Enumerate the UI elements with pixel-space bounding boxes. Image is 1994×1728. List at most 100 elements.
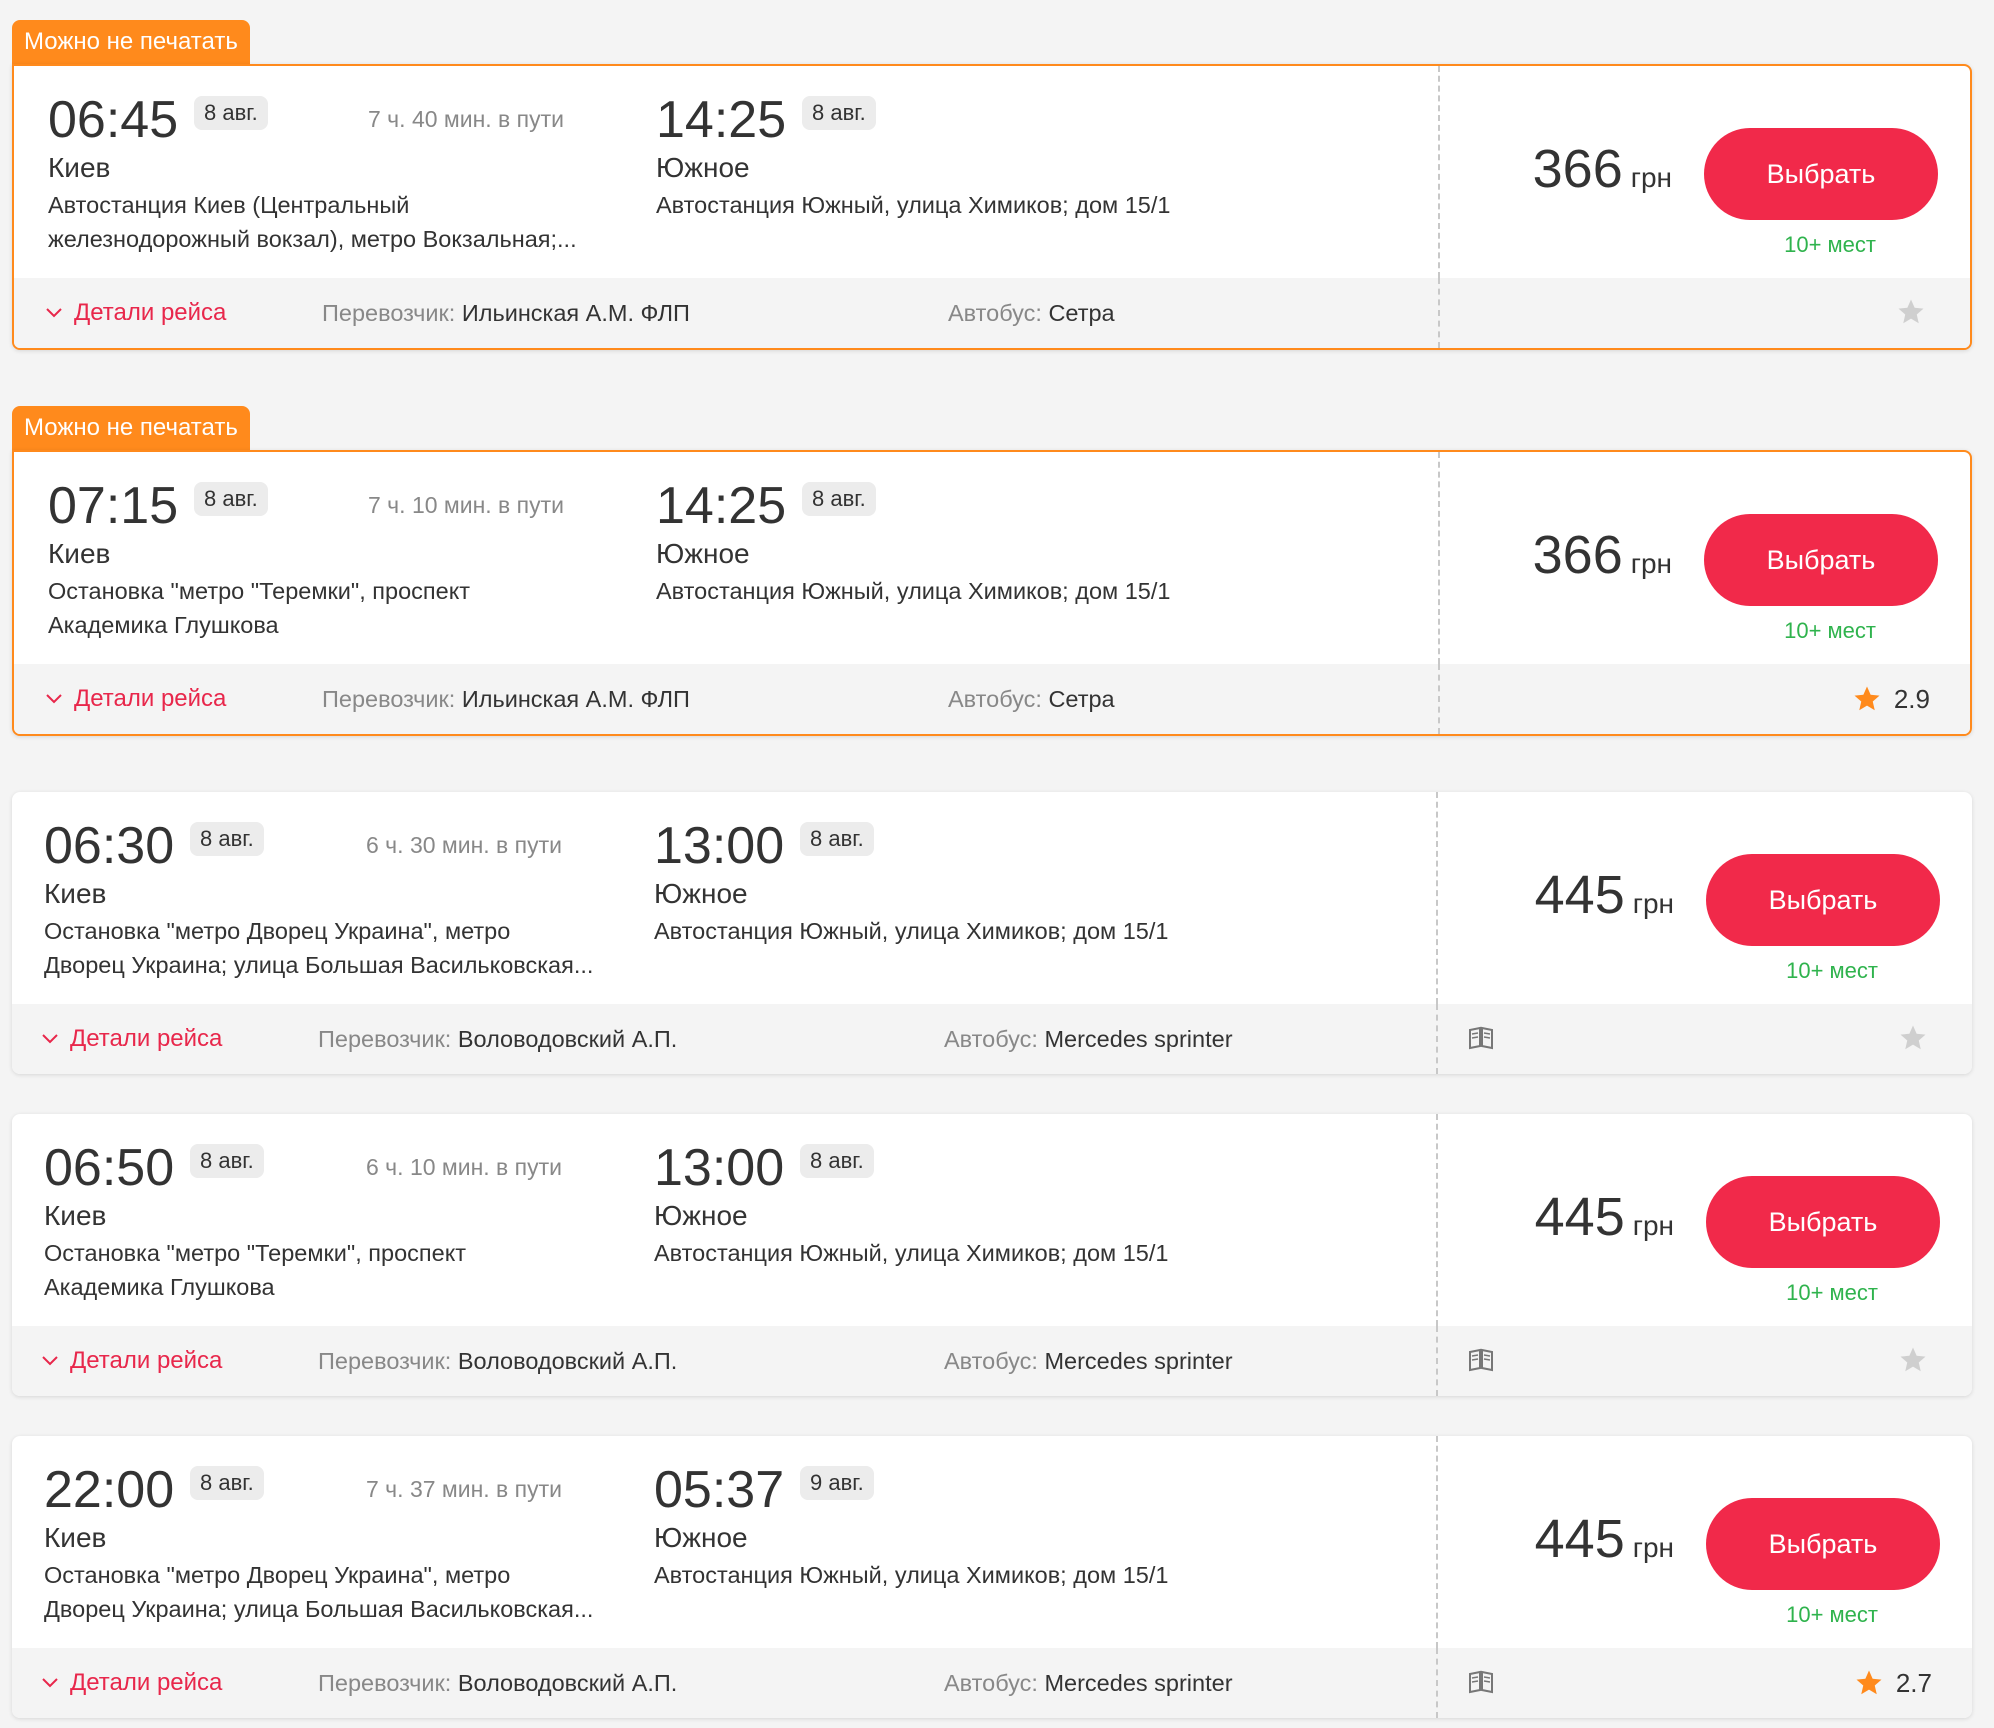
arrival-address: Автостанция Южный, улица Химиков; дом 15…	[654, 1562, 1169, 1588]
no-print-badge: Можно не печатать	[12, 406, 250, 450]
arrival-date: 8 авг.	[802, 96, 876, 130]
trip-details-toggle[interactable]: Детали рейса	[46, 664, 226, 734]
departure-date: 8 авг.	[190, 1466, 264, 1500]
star-icon	[1856, 1670, 1882, 1695]
trip-card-body: 06:45 8 авг. 7 ч. 40 мин. в пути Киев Ав…	[12, 64, 1972, 350]
price-value: 445	[1534, 1509, 1625, 1569]
departure-address-line: Остановка "метро "Теремки", проспект	[48, 578, 471, 604]
chevron-down-icon	[46, 308, 62, 318]
select-button[interactable]: Выбрать	[1706, 1498, 1940, 1590]
departure-city: Киев	[48, 152, 111, 183]
arrival-time: 14:25	[656, 477, 787, 535]
departure-address: Автостанция Киев (Центральный железнодор…	[48, 188, 648, 256]
departure-city: Киев	[44, 878, 107, 909]
no-print-badge: Можно не печатать	[12, 20, 250, 64]
rating[interactable]: 2.9	[1852, 664, 1930, 734]
departure-address: Остановка "метро Дворец Украина", метро …	[44, 1558, 644, 1626]
trip-footer: Детали рейса Перевозчик: Воловодовский А…	[12, 1648, 1972, 1718]
departure-address-line: Остановка "метро "Теремки", проспект	[44, 1240, 467, 1266]
trip-footer: Детали рейса Перевозчик: Ильинская А.М. …	[14, 664, 1970, 734]
bus-info: Автобус: Mercedes sprinter	[944, 1648, 1233, 1718]
bus-label: Автобус:	[944, 1670, 1038, 1696]
trip-duration: 7 ч. 10 мин. в пути	[368, 492, 565, 518]
trip-card-body: 06:50 8 авг. 6 ч. 10 мин. в пути Киев Ос…	[12, 1114, 1972, 1396]
arrival-address: Автостанция Южный, улица Химиков; дом 15…	[654, 918, 1169, 944]
bus-info: Автобус: Mercedes sprinter	[944, 1326, 1233, 1396]
book-icon[interactable]	[1468, 1670, 1494, 1694]
currency: грн	[1630, 162, 1672, 193]
select-button[interactable]: Выбрать	[1704, 128, 1938, 220]
departure-time: 06:30	[44, 817, 175, 875]
bus-model: Mercedes sprinter	[1044, 1026, 1233, 1052]
chevron-down-icon	[42, 1678, 58, 1688]
trip-details-toggle[interactable]: Детали рейса	[42, 1326, 222, 1396]
price: 366 грн	[1533, 528, 1672, 582]
seats-available: 10+ мест	[1784, 232, 1876, 257]
carrier-label: Перевозчик:	[318, 1670, 452, 1696]
carrier-info: Перевозчик: Ильинская А.М. ФЛП	[322, 278, 690, 348]
arrival-address: Автостанция Южный, улица Химиков; дом 15…	[656, 578, 1171, 604]
departure-address-line: Дворец Украина; улица Большая Васильковс…	[44, 952, 594, 978]
currency: грн	[1632, 888, 1674, 919]
departure-time: 07:15	[48, 477, 179, 535]
select-button[interactable]: Выбрать	[1706, 854, 1940, 946]
carrier-label: Перевозчик:	[318, 1348, 452, 1374]
currency: грн	[1632, 1210, 1674, 1241]
bus-model: Mercedes sprinter	[1044, 1348, 1233, 1374]
price-value: 366	[1532, 139, 1623, 199]
trip-main: 07:15 8 авг. 7 ч. 10 мин. в пути Киев Ос…	[14, 452, 1970, 664]
arrival-time: 13:00	[654, 817, 785, 875]
arrival-city: Южное	[654, 1200, 748, 1231]
price: 445 грн	[1535, 1190, 1674, 1244]
trip-card-body: 22:00 8 авг. 7 ч. 37 мин. в пути Киев Ос…	[12, 1436, 1972, 1718]
trip-duration: 6 ч. 10 мин. в пути	[366, 1154, 563, 1180]
trip-details-toggle[interactable]: Детали рейса	[42, 1004, 222, 1074]
carrier-name: Ильинская А.М. ФЛП	[461, 300, 690, 326]
trip-main: 06:45 8 авг. 7 ч. 40 мин. в пути Киев Ав…	[14, 66, 1970, 278]
star-icon[interactable]	[1898, 1345, 1928, 1375]
arrival-address: Автостанция Южный, улица Химиков; дом 15…	[654, 1240, 1169, 1266]
bus-model: Сетра	[1048, 686, 1115, 712]
select-button[interactable]: Выбрать	[1706, 1176, 1940, 1268]
bus-label: Автобус:	[944, 1026, 1038, 1052]
carrier-label: Перевозчик:	[322, 686, 456, 712]
dashed-divider	[1436, 792, 1438, 1004]
departure-address-line: железнодорожный вокзал), метро Вокзальна…	[48, 226, 577, 252]
departure-city: Киев	[44, 1200, 107, 1231]
trip-duration: 7 ч. 37 мин. в пути	[366, 1476, 563, 1502]
bus-model: Mercedes sprinter	[1044, 1670, 1233, 1696]
departure-date: 8 авг.	[190, 1144, 264, 1178]
carrier-info: Перевозчик: Воловодовский А.П.	[318, 1004, 677, 1074]
chevron-down-icon	[42, 1356, 58, 1366]
departure-time: 06:50	[44, 1139, 175, 1197]
seats-available: 10+ мест	[1786, 958, 1878, 983]
star-icon[interactable]	[1898, 1023, 1928, 1053]
price: 445 грн	[1535, 868, 1674, 922]
departure-address-line: Остановка "метро Дворец Украина", метро	[44, 918, 511, 944]
departure-address: Остановка "метро Дворец Украина", метро …	[44, 914, 644, 982]
trip-details-label: Детали рейса	[74, 685, 227, 712]
currency: грн	[1632, 1532, 1674, 1563]
trip-card-body: 06:30 8 авг. 6 ч. 30 мин. в пути Киев Ос…	[12, 792, 1972, 1074]
trip-details-toggle[interactable]: Детали рейса	[46, 278, 226, 348]
select-button[interactable]: Выбрать	[1704, 514, 1938, 606]
book-icon[interactable]	[1468, 1026, 1494, 1050]
rating-value: 2.7	[1895, 1668, 1932, 1698]
trip-footer: Детали рейса Перевозчик: Ильинская А.М. …	[14, 278, 1970, 348]
departure-address: Остановка "метро "Теремки", проспект Ака…	[48, 574, 648, 642]
departure-address-line: Академика Глушкова	[48, 612, 279, 638]
arrival-city: Южное	[654, 878, 748, 909]
arrival-date: 8 авг.	[800, 1144, 874, 1178]
book-icon[interactable]	[1468, 1348, 1494, 1372]
bus-label: Автобус:	[944, 1348, 1038, 1374]
arrival-city: Южное	[656, 152, 750, 183]
trip-details-label: Детали рейса	[70, 1669, 223, 1696]
carrier-name: Ильинская А.М. ФЛП	[461, 686, 690, 712]
dashed-divider	[1438, 664, 1440, 734]
departure-address-line: Академика Глушкова	[44, 1274, 275, 1300]
departure-date: 8 авг.	[190, 822, 264, 856]
departure-date: 8 авг.	[194, 96, 268, 130]
rating[interactable]: 2.7	[1854, 1648, 1932, 1718]
trip-details-toggle[interactable]: Детали рейса	[42, 1648, 222, 1718]
star-icon[interactable]	[1896, 297, 1926, 327]
